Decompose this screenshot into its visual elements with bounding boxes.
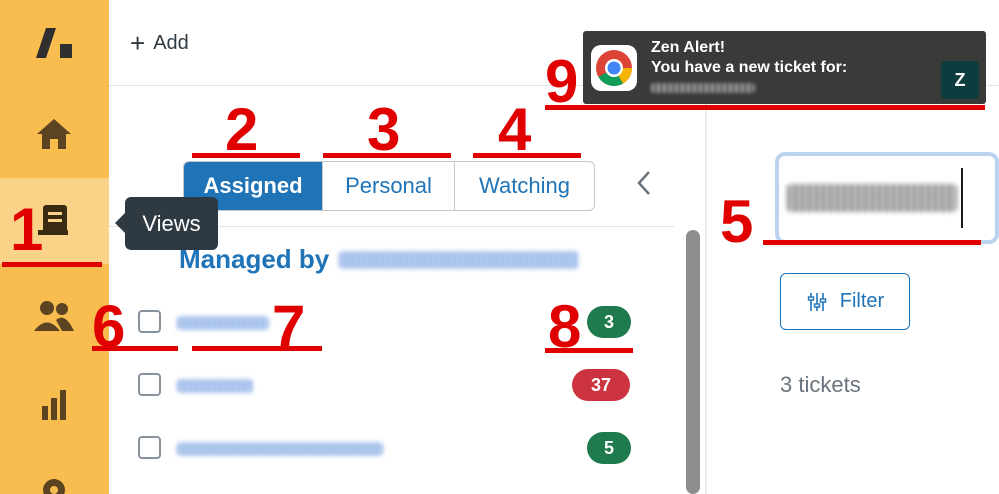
view-count-badge: 5 <box>587 432 631 464</box>
row-checkbox[interactable] <box>138 373 161 396</box>
filter-label: Filter <box>839 290 885 312</box>
notification-redacted-text <box>651 83 755 93</box>
zendesk-icon: Z <box>941 61 979 99</box>
annotation-underline-9 <box>545 105 985 110</box>
desktop-notification[interactable]: Zen Alert! You have a new ticket for: Z <box>583 31 986 104</box>
row-checkbox[interactable] <box>138 310 161 333</box>
filter-sliders-icon <box>807 292 826 311</box>
annotation-underline-6 <box>92 346 178 351</box>
notification-title: Zen Alert! <box>651 39 726 56</box>
users-icon[interactable] <box>30 296 78 336</box>
view-name-redacted[interactable] <box>177 442 383 456</box>
annotation-9: 9 <box>545 48 579 115</box>
list-item[interactable]: 37 <box>109 369 674 445</box>
row-checkbox[interactable] <box>138 436 161 459</box>
search-input-redacted <box>787 184 957 212</box>
annotation-4: 4 <box>498 96 532 163</box>
bar-chart-icon[interactable] <box>30 384 78 424</box>
add-label: Add <box>153 31 189 54</box>
managed-by-redacted <box>339 250 580 269</box>
view-count-badge: 3 <box>587 306 631 338</box>
annotation-underline-2 <box>192 153 300 158</box>
filter-button[interactable]: Filter <box>780 273 910 330</box>
chrome-icon <box>591 45 637 91</box>
annotation-underline-4 <box>473 153 581 158</box>
views-tabs: Assigned Personal Watching <box>183 161 595 211</box>
panel-divider <box>705 87 707 494</box>
notification-body: You have a new ticket for: <box>651 59 848 76</box>
text-caret <box>961 168 963 228</box>
annotation-underline-7 <box>192 346 322 351</box>
app-window: { "topbar": {"add_label": "Add", "add_ic… <box>0 0 999 494</box>
annotation-underline-1 <box>2 262 102 267</box>
annotation-5: 5 <box>720 188 754 255</box>
annotation-3: 3 <box>367 96 401 163</box>
annotation-underline-8 <box>545 348 633 353</box>
zendesk-logo-icon[interactable] <box>30 22 78 62</box>
tickets-count: 3 tickets <box>780 372 861 397</box>
add-button[interactable]: + Add <box>130 30 189 56</box>
view-name-redacted[interactable] <box>177 316 269 330</box>
plus-icon: + <box>130 28 146 58</box>
views-scrollbar[interactable] <box>686 230 700 494</box>
tab-personal[interactable]: Personal <box>323 162 455 210</box>
home-icon[interactable] <box>30 114 78 154</box>
collapse-panel-chevron-icon[interactable] <box>634 168 654 205</box>
gear-icon[interactable] <box>30 470 78 494</box>
annotation-underline-5 <box>763 240 981 245</box>
search-input[interactable] <box>775 152 999 244</box>
annotation-1: 1 <box>10 196 44 263</box>
list-item[interactable]: 5 <box>109 432 674 494</box>
managed-by-heading: Managed by <box>179 244 580 275</box>
tab-watching[interactable]: Watching <box>455 162 594 210</box>
annotation-2: 2 <box>225 96 259 163</box>
views-tooltip: Views <box>115 197 218 250</box>
view-name-redacted[interactable] <box>177 379 253 393</box>
annotation-underline-3 <box>323 153 451 158</box>
view-count-badge: 37 <box>572 369 630 401</box>
